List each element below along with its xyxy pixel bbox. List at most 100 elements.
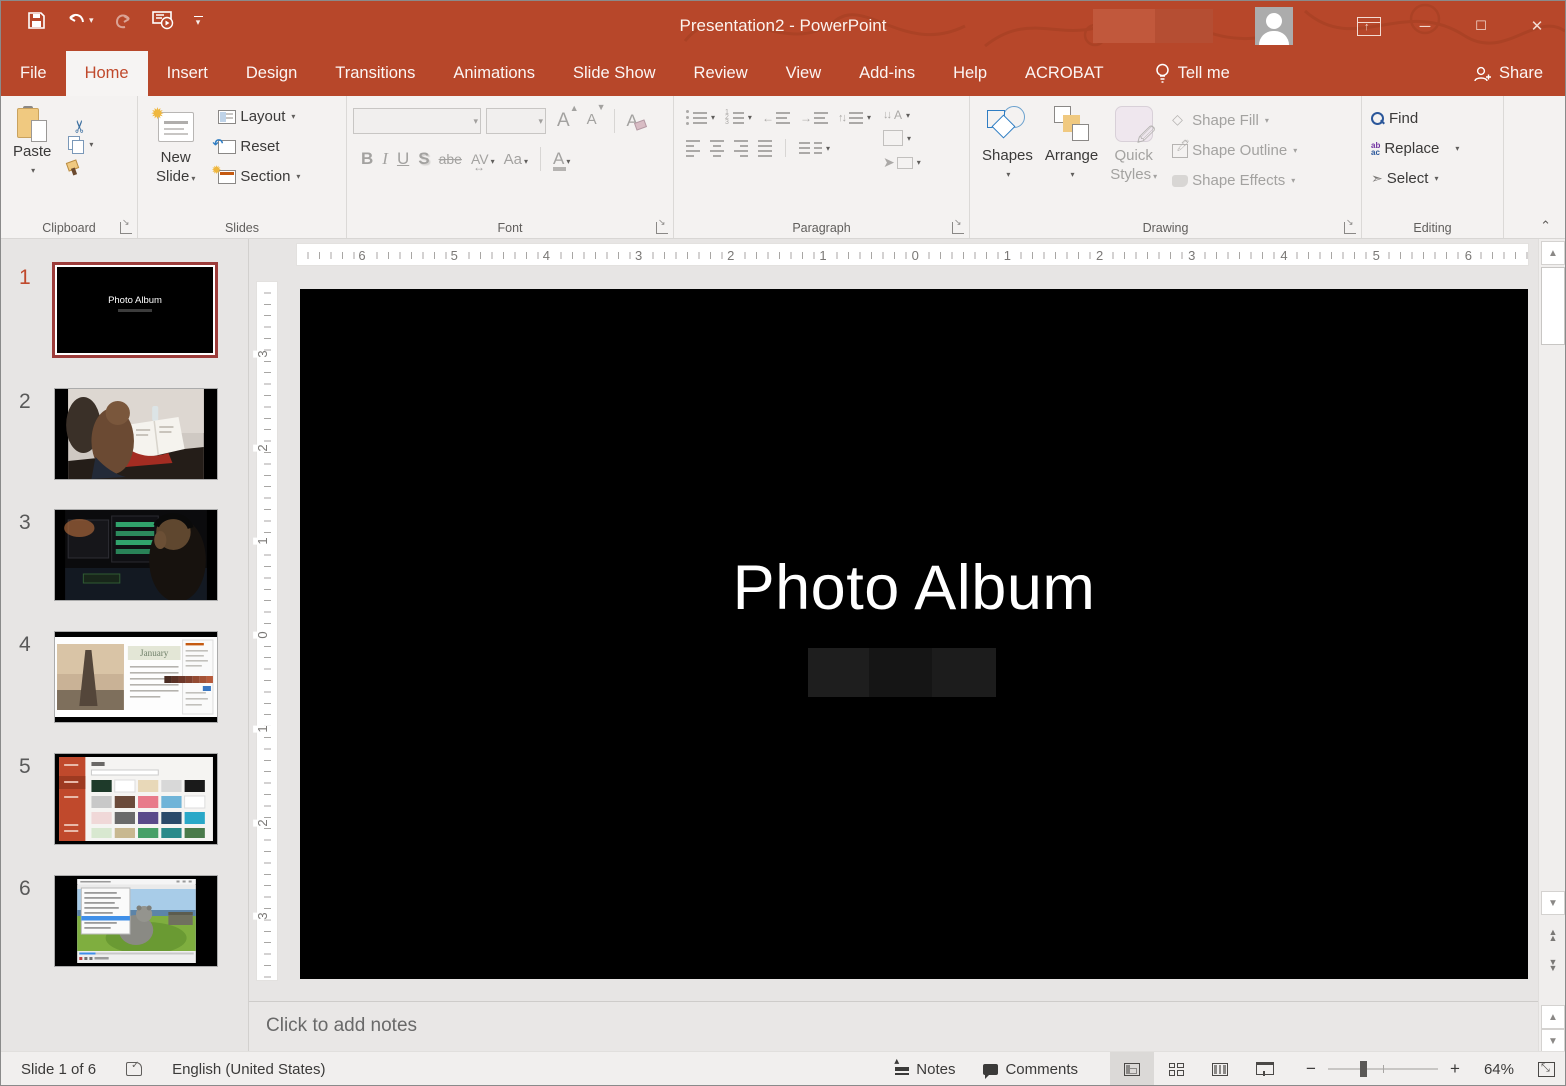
notes-scroll-down-button[interactable]: ▼ [1541,1029,1565,1053]
ribbon-tab[interactable]: Add-ins [840,51,934,96]
user-avatar[interactable] [1255,7,1293,45]
ribbon-tab[interactable]: Transitions [316,51,434,96]
ribbon-tab[interactable]: File [1,51,66,96]
drawing-dialog-launcher[interactable] [1344,222,1356,234]
ribbon-tab[interactable]: Home [66,51,148,96]
zoom-level[interactable]: 64% [1472,1061,1514,1078]
clipboard-dialog-launcher[interactable] [120,222,132,234]
bold-button[interactable]: B [361,149,373,169]
select-button[interactable]: ➣Select▾ [1368,168,1499,189]
ribbon-display-options-button[interactable] [1341,1,1397,51]
notes-toggle-button[interactable]: Notes [881,1052,969,1086]
font-dialog-launcher[interactable] [656,222,668,234]
zoom-slider-handle[interactable] [1360,1061,1367,1077]
maximize-button[interactable]: ☐ [1453,1,1509,51]
notes-placeholder[interactable]: Click to add notes [266,1015,417,1037]
slide-1-thumbnail-image[interactable]: Photo Album [52,262,218,358]
text-direction-button[interactable]: ↓↓A▾ [883,108,921,122]
layout-button[interactable]: Layout▾ [215,106,303,127]
scroll-down-button[interactable]: ▼ [1541,891,1565,915]
shapes-button[interactable]: Shapes ▾ [976,102,1039,191]
underline-button[interactable]: U [397,149,409,169]
line-spacing-button[interactable]: ↑↓▾ [838,112,871,124]
section-button[interactable]: ✹Section▾ [215,166,303,187]
increase-font-size-button[interactable]: A▲ [557,110,579,132]
slide-4-thumbnail-image[interactable]: January [54,631,218,723]
normal-view-button[interactable] [1110,1052,1154,1086]
character-spacing-button[interactable]: AV▾ [471,151,495,167]
change-case-button[interactable]: Aa▾ [504,151,528,168]
comments-toggle-button[interactable]: Comments [969,1052,1092,1086]
language-indicator[interactable]: English (United States) [172,1061,325,1078]
scroll-up-button[interactable]: ▲ [1541,241,1565,265]
slide-subtitle-redacted[interactable] [808,648,996,697]
close-button[interactable]: ✕ [1509,1,1565,51]
increase-indent-button[interactable]: → [800,111,828,125]
clear-formatting-button[interactable]: A [627,111,638,131]
previous-slide-button[interactable]: ▲▲ [1541,923,1565,947]
next-slide-button[interactable]: ▼▼ [1541,953,1565,977]
slide-title-text[interactable]: Photo Album [300,552,1528,624]
copy-button[interactable]: ▾ [65,134,96,154]
font-size-combobox[interactable]: ▾ [486,108,546,134]
convert-to-smartart-button[interactable]: ➤▾ [883,154,921,171]
spell-check-icon[interactable] [126,1062,142,1076]
slide-5-thumbnail-image[interactable] [54,753,218,845]
ribbon-tab[interactable]: ACROBAT [1006,51,1123,96]
decrease-font-size-button[interactable]: A▼ [587,110,606,132]
arrange-button[interactable]: Arrange ▾ [1039,102,1104,191]
font-name-combobox[interactable]: ▾ [353,108,481,134]
zoom-slider-track[interactable] [1328,1068,1438,1070]
ribbon-tab[interactable]: Slide Show [554,51,675,96]
reading-view-button[interactable] [1198,1052,1242,1086]
slide-thumbnail-3[interactable]: 3 [1,509,249,601]
slide-thumbnail-1[interactable]: 1 Photo Album [1,264,249,360]
slide-6-thumbnail-image[interactable] [54,875,218,967]
align-right-button[interactable] [734,140,748,157]
format-painter-icon[interactable] [65,160,81,176]
align-left-button[interactable] [686,140,700,157]
align-text-button[interactable]: ▾ [883,130,921,146]
slide-canvas[interactable]: Photo Album [300,289,1528,979]
decrease-indent-button[interactable]: ← [762,111,790,125]
slide-show-button[interactable] [1242,1052,1286,1086]
fit-slide-to-window-button[interactable] [1538,1062,1555,1077]
find-button[interactable]: Find [1368,108,1499,129]
share-button[interactable]: Share [1451,51,1565,96]
ribbon-tab[interactable]: Animations [434,51,554,96]
slide-indicator[interactable]: Slide 1 of 6 [21,1061,96,1078]
slide-thumbnail-6[interactable]: 6 [1,875,249,967]
justify-button[interactable] [758,140,772,157]
scrollbar-thumb[interactable] [1541,267,1565,345]
new-slide-button[interactable]: ✹ New Slide▾ [150,108,201,192]
paragraph-dialog-launcher[interactable] [952,222,964,234]
text-shadow-button[interactable]: S [418,149,429,169]
italic-button[interactable]: I [382,149,388,169]
zoom-in-button[interactable]: + [1448,1059,1462,1079]
columns-button[interactable]: ▾ [799,142,830,154]
reset-button[interactable]: ↶Reset [215,136,303,157]
font-color-button[interactable]: A▾ [553,149,570,169]
ribbon-tab[interactable]: Help [934,51,1006,96]
notes-scroll-up-button[interactable]: ▲ [1541,1005,1565,1029]
slide-sorter-view-button[interactable] [1154,1052,1198,1086]
notes-pane[interactable]: Click to add notes [249,1001,1538,1051]
tell-me-button[interactable]: Tell me [1139,51,1246,96]
paste-button[interactable]: Paste ▾ [7,102,57,184]
slide-thumbnail-2[interactable]: 2 [1,388,249,480]
collapse-ribbon-button[interactable]: ⌃ [1540,218,1551,234]
zoom-out-button[interactable]: − [1304,1059,1318,1079]
ribbon-tab[interactable]: Design [227,51,316,96]
slide-thumbnail-4[interactable]: 4 January [1,631,249,723]
bullets-button[interactable]: ▾ [686,110,715,125]
slide-3-thumbnail-image[interactable] [54,509,218,601]
replace-button[interactable]: abac Replace▾ [1368,138,1499,159]
ribbon-tab[interactable]: View [767,51,840,96]
cut-icon[interactable]: ✂ [71,102,91,133]
slide-2-thumbnail-image[interactable] [54,388,218,480]
numbering-button[interactable]: 123▾ [725,110,752,125]
align-center-button[interactable] [710,140,724,157]
minimize-button[interactable]: ─ [1397,1,1453,51]
ribbon-tab[interactable]: Review [675,51,767,96]
ribbon-tab[interactable]: Insert [148,51,227,96]
